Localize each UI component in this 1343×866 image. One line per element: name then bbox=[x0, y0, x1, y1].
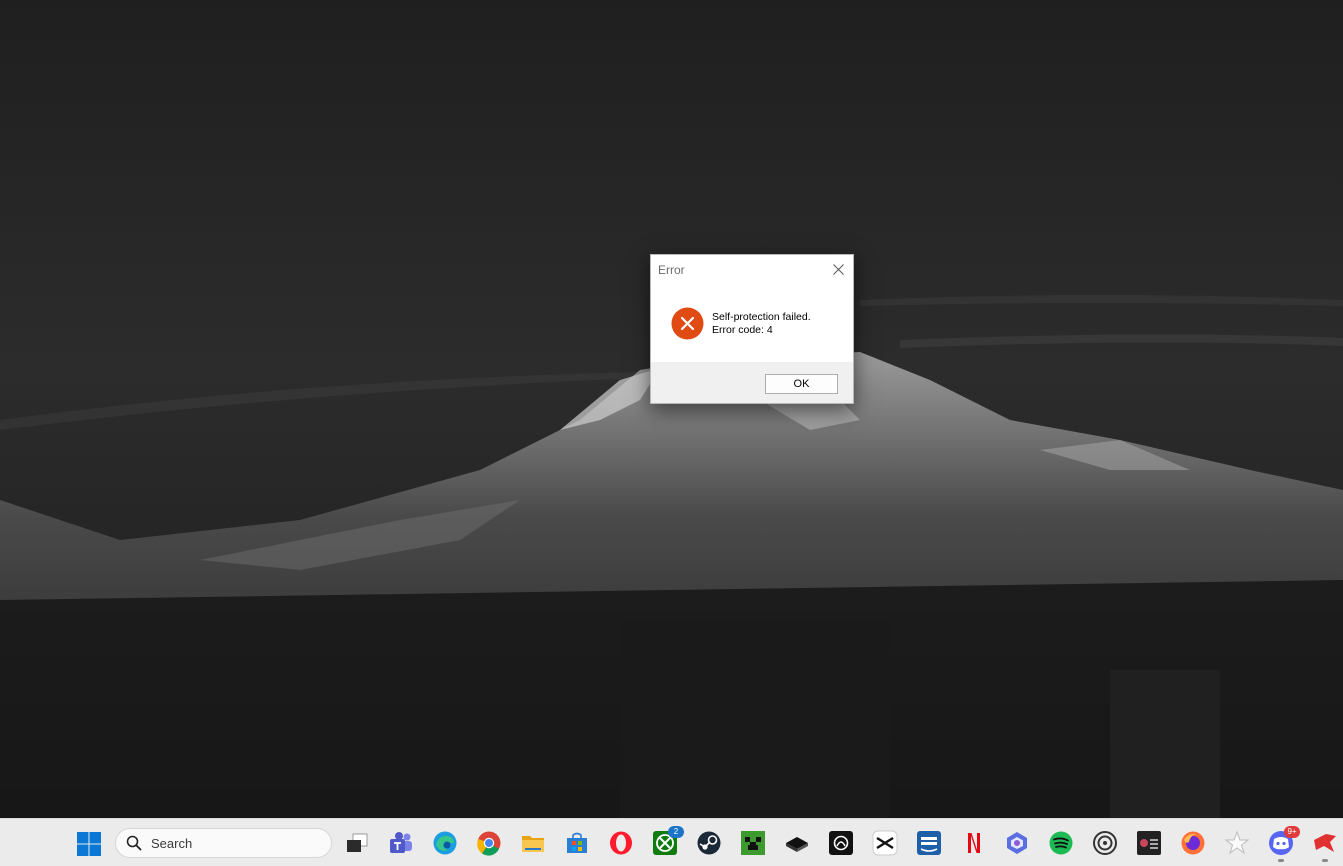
ok-button[interactable]: OK bbox=[765, 374, 838, 394]
dialog-footer: OK bbox=[651, 362, 853, 403]
start-button[interactable] bbox=[76, 831, 102, 857]
task-view-icon bbox=[347, 833, 368, 852]
windows-start-icon bbox=[77, 832, 101, 856]
close-button[interactable] bbox=[823, 255, 853, 283]
discord-running-indicator bbox=[1278, 859, 1284, 862]
error-message-line1: Self-protection failed. bbox=[712, 311, 811, 323]
chatgpt-button[interactable] bbox=[828, 830, 854, 856]
spotify-button[interactable] bbox=[1048, 830, 1074, 856]
roblox-studio-icon bbox=[786, 837, 808, 852]
task-view-button[interactable] bbox=[344, 830, 370, 856]
prime-video-icon bbox=[917, 831, 941, 855]
tray-app-button[interactable] bbox=[1312, 830, 1338, 856]
search-icon bbox=[126, 835, 142, 851]
firefox-button[interactable] bbox=[1180, 830, 1206, 856]
steam-button[interactable] bbox=[696, 830, 722, 856]
ubisoft-icon bbox=[1093, 831, 1117, 855]
netflix-icon bbox=[968, 833, 980, 853]
dialog-titlebar[interactable]: Error bbox=[651, 255, 853, 285]
error-icon bbox=[671, 307, 704, 340]
steam-icon bbox=[697, 831, 721, 855]
desktop-wallpaper bbox=[0, 0, 1343, 818]
copilot-button[interactable] bbox=[1004, 830, 1030, 856]
dialog-body: Self-protection failed. Error code: 4 bbox=[651, 285, 853, 362]
error-message-line2: Error code: 4 bbox=[712, 324, 773, 336]
xbox-notification-badge: 2 bbox=[668, 826, 684, 838]
edge-icon bbox=[433, 831, 457, 855]
discord-notification-badge: 9+ bbox=[1284, 826, 1300, 838]
favorites-star-icon bbox=[1224, 830, 1250, 855]
teams-icon bbox=[390, 832, 412, 853]
capcut-icon bbox=[872, 830, 898, 856]
capcut-button[interactable] bbox=[872, 830, 898, 856]
search-placeholder: Search bbox=[151, 836, 193, 851]
xbox-button[interactable]: 2 bbox=[652, 826, 684, 856]
error-message: Self-protection failed. Error code: 4 bbox=[712, 311, 811, 337]
spotify-icon bbox=[1049, 831, 1073, 855]
error-dialog: Error Self-protection failed. Error code… bbox=[650, 254, 854, 404]
dialog-title: Error bbox=[658, 263, 685, 277]
tray-app-running-indicator bbox=[1322, 859, 1328, 862]
close-icon bbox=[832, 263, 844, 275]
chrome-button[interactable] bbox=[476, 830, 502, 856]
teams-button[interactable] bbox=[388, 830, 414, 856]
minecraft-icon bbox=[741, 831, 765, 855]
chrome-icon bbox=[477, 831, 501, 856]
game-launcher-icon bbox=[1137, 831, 1161, 855]
file-explorer-button[interactable] bbox=[520, 830, 546, 856]
ubisoft-button[interactable] bbox=[1092, 830, 1118, 856]
game-launcher-button[interactable] bbox=[1136, 830, 1162, 856]
roblox-studio-button[interactable] bbox=[784, 830, 810, 856]
discord-button[interactable]: 9+ bbox=[1268, 826, 1300, 856]
netflix-button[interactable] bbox=[960, 830, 986, 856]
firefox-icon bbox=[1181, 831, 1205, 855]
copilot-icon bbox=[1007, 832, 1027, 854]
microsoft-store-icon bbox=[567, 832, 587, 853]
tray-app-icon bbox=[1314, 834, 1336, 852]
file-explorer-icon bbox=[522, 836, 544, 852]
taskbar: Search 2 9+ bbox=[0, 818, 1343, 866]
edge-button[interactable] bbox=[432, 830, 458, 856]
favorites-star-button[interactable] bbox=[1224, 830, 1250, 856]
opera-button[interactable] bbox=[608, 830, 634, 856]
minecraft-button[interactable] bbox=[740, 830, 766, 856]
prime-video-button[interactable] bbox=[916, 830, 942, 856]
chatgpt-icon bbox=[829, 831, 853, 855]
opera-icon bbox=[610, 831, 632, 855]
microsoft-store-button[interactable] bbox=[564, 830, 590, 856]
search-input[interactable]: Search bbox=[115, 828, 332, 858]
